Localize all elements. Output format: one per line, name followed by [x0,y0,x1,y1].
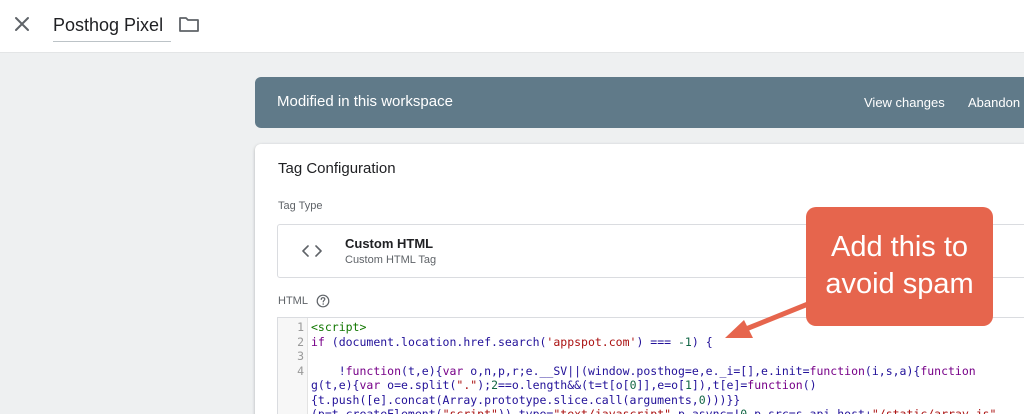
abandon-link[interactable]: Abandon [968,95,1020,110]
line-number: 1 [297,320,304,334]
code-token: ==o.length&&(t=t[o[ [498,378,630,392]
close-icon[interactable] [12,14,32,34]
code-token: )).type= [497,407,554,414]
code-content: <script> if (document.location.href.searc… [311,320,1011,414]
code-token: "/static/array.js" [871,407,997,414]
tag-type-description: Custom HTML Tag [345,254,437,266]
code-token: var [359,378,381,392]
tag-type-name: Custom HTML [345,236,434,251]
html-code-editor[interactable]: 1234 <script> if (document.location.href.… [277,317,1024,414]
code-token: -1 [677,334,692,349]
code-token: function [747,378,803,392]
code-token: (t,e){ [401,363,443,378]
card-title: Tag Configuration [278,160,396,177]
code-line: !function(t,e){var o,n,p,r;e.__SV||(wind… [311,364,1011,379]
code-token: 'appspot.com' [546,334,637,349]
code-token: ]),t[e]= [691,378,748,392]
banner-text: Modified in this workspace [277,93,453,110]
line-number: 3 [297,349,304,363]
line-number-gutter: 1234 [278,318,308,414]
code-line: {t.push([e].concat(Array.prototype.slice… [311,393,1011,408]
code-token: {t.push([e].concat(Array.prototype.slice… [311,392,699,407]
code-token: "." [456,378,478,392]
code-token: ) { [691,334,713,349]
line-number: 2 [297,334,304,349]
code-token: o,n,p,r;e.__SV||(window.posthog=e,e._i=[… [463,363,810,378]
help-icon[interactable] [316,294,330,308]
code-token: (p=t.createElement( [311,407,443,414]
code-token: 2 [491,378,498,392]
view-changes-link[interactable]: View changes [864,95,945,110]
code-token: ) === [636,334,678,349]
line-number [278,407,304,414]
code-line: g(t,e){var o=e.split(".");2==o.length&&(… [311,378,1011,393]
code-token: (document.location.href.search( [324,334,547,349]
code-token: function [809,363,865,378]
code-token: ); [477,378,492,392]
tag-name-field[interactable]: Posthog Pixel [53,8,172,42]
code-token: )))}} [705,392,741,407]
code-token: 0 [698,392,706,407]
code-token: (i,s,a){ [864,363,921,378]
line-number [278,378,304,393]
code-line: (p=t.createElement("script")).type="text… [311,407,1011,414]
code-token: ]],e=o[ [636,378,685,392]
code-line: if (document.location.href.search('appsp… [311,335,1011,350]
code-token: <script> [311,320,367,334]
code-token: var [442,363,464,378]
code-token: function [345,363,402,378]
code-token: ,p.async=! [671,407,741,414]
html-label: HTML [278,295,308,307]
folder-icon[interactable] [178,14,200,34]
code-token: o=e.split( [380,378,457,392]
code-token: () [802,378,817,392]
code-token: function [920,363,976,378]
code-token: ,p.src=s.api_host+ [747,407,872,414]
tag-name: Posthog Pixel [53,15,164,35]
code-token: "text/javascript" [553,407,672,414]
code-token: if [311,334,325,349]
top-bar: Posthog Pixel [0,0,1024,53]
code-icon [302,244,322,258]
annotation-text: Add this to avoid spam [825,231,974,300]
tag-type-label: Tag Type [278,200,323,212]
annotation-callout: Add this to avoid spam [806,207,993,326]
code-token: 1 [684,378,692,392]
line-number [278,393,304,408]
workspace-banner: Modified in this workspace View changes … [255,77,1024,128]
code-token: ! [311,363,346,378]
line-numbers: 1234 [278,320,304,414]
code-token: "script" [442,407,498,414]
line-number: 4 [297,363,304,378]
code-token: g(t,e){ [311,378,360,392]
code-token: 0 [629,378,637,392]
